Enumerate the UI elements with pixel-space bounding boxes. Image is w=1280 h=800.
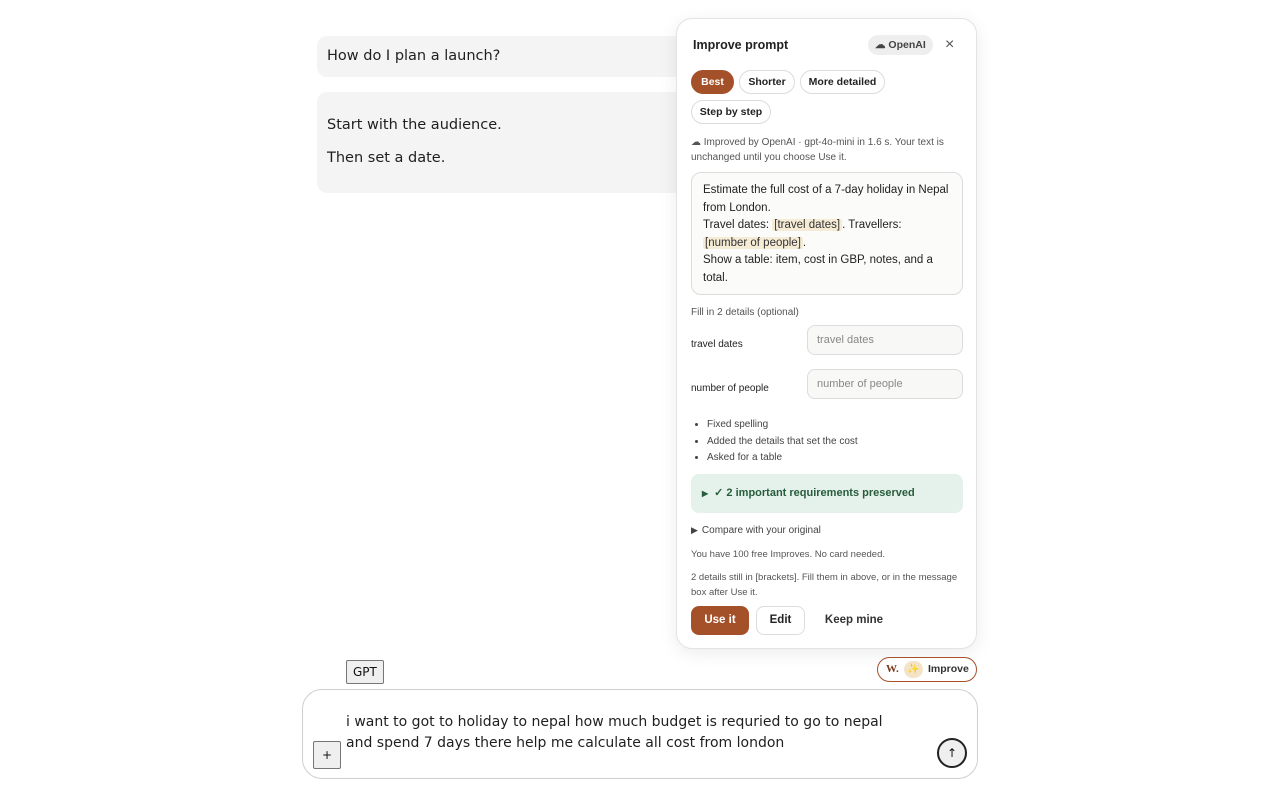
fill-details-title: Fill in 2 details (optional) xyxy=(691,307,799,318)
travel-dates-input[interactable] xyxy=(807,325,963,355)
use-it-button[interactable]: Use it xyxy=(691,606,749,635)
placeholder-number-of-people: [number of people] xyxy=(703,236,803,249)
improve-label: Improve xyxy=(928,663,969,675)
user-message-text: How do I plan a launch? xyxy=(327,48,501,64)
people-label: number of people xyxy=(691,383,769,394)
output-line: . Travellers: xyxy=(842,219,902,231)
keep-mine-button[interactable]: Keep mine xyxy=(817,606,891,635)
message-composer[interactable]: i want to got to holiday to nepal how mu… xyxy=(302,689,978,779)
assistant-line: Start with the audience. xyxy=(327,117,502,133)
attach-button[interactable]: + xyxy=(313,741,341,769)
output-line: Estimate the full cost of a 7-day holida… xyxy=(703,184,949,214)
preserved-label: ✓ 2 important requirements preserved xyxy=(714,487,915,499)
assistant-line: Then set a date. xyxy=(327,150,446,166)
changes-list: Fixed spelling Added the details that se… xyxy=(691,417,858,467)
sparkle-icon: ✨ xyxy=(904,661,923,678)
requirements-preserved-toggle[interactable]: ▶ ✓ 2 important requirements preserved xyxy=(691,474,963,513)
message-input[interactable]: i want to got to holiday to nepal how mu… xyxy=(346,712,906,754)
output-line: . xyxy=(802,236,807,249)
improved-prompt-output: Estimate the full cost of a 7-day holida… xyxy=(691,172,963,295)
edit-button[interactable]: Edit xyxy=(756,606,805,635)
compare-label: Compare with your original xyxy=(701,525,821,536)
number-of-people-input[interactable] xyxy=(807,369,963,399)
brand-logo: W. xyxy=(886,663,899,675)
chip-step-by-step[interactable]: Step by step xyxy=(691,100,771,124)
user-message-bubble: How do I plan a launch? xyxy=(317,36,697,77)
placeholder-travel-dates: [travel dates] xyxy=(772,219,843,231)
list-item: Asked for a table xyxy=(707,450,858,467)
triangle-right-icon: ▶ xyxy=(702,489,709,498)
free-improves-note: You have 100 free Improves. No card need… xyxy=(691,549,885,560)
brackets-note: 2 details still in [brackets]. Fill them… xyxy=(691,572,958,598)
chip-best[interactable]: Best xyxy=(691,70,734,94)
improve-button[interactable]: W. ✨ Improve xyxy=(877,657,977,682)
chip-shorter[interactable]: Shorter xyxy=(739,70,795,94)
assistant-message-bubble: Start with the audience. Then set a date… xyxy=(317,92,697,193)
close-icon[interactable]: × xyxy=(945,35,954,55)
list-item: Added the details that set the cost xyxy=(707,434,858,451)
chip-more-detailed[interactable]: More detailed xyxy=(800,70,885,94)
model-select-button[interactable]: GPT xyxy=(346,660,384,684)
output-line: Travel dates: xyxy=(703,219,770,231)
improvement-meta: ☁ Improved by OpenAI · gpt-4o-mini in 1.… xyxy=(691,137,944,163)
panel-title: Improve prompt xyxy=(693,38,789,52)
list-item: Fixed spelling xyxy=(707,417,858,434)
improve-prompt-panel: Improve prompt ☁ OpenAI × Best Shorter M… xyxy=(676,18,977,649)
triangle-right-icon: ▶ xyxy=(691,525,698,535)
compare-toggle[interactable]: ▶ Compare with your original xyxy=(691,525,821,536)
output-line: Show a table: item, cost in GBP, notes, … xyxy=(703,254,933,284)
send-button[interactable]: ↑ xyxy=(937,738,967,768)
provider-badge: ☁ OpenAI xyxy=(868,35,933,55)
travel-dates-label: travel dates xyxy=(691,339,743,350)
